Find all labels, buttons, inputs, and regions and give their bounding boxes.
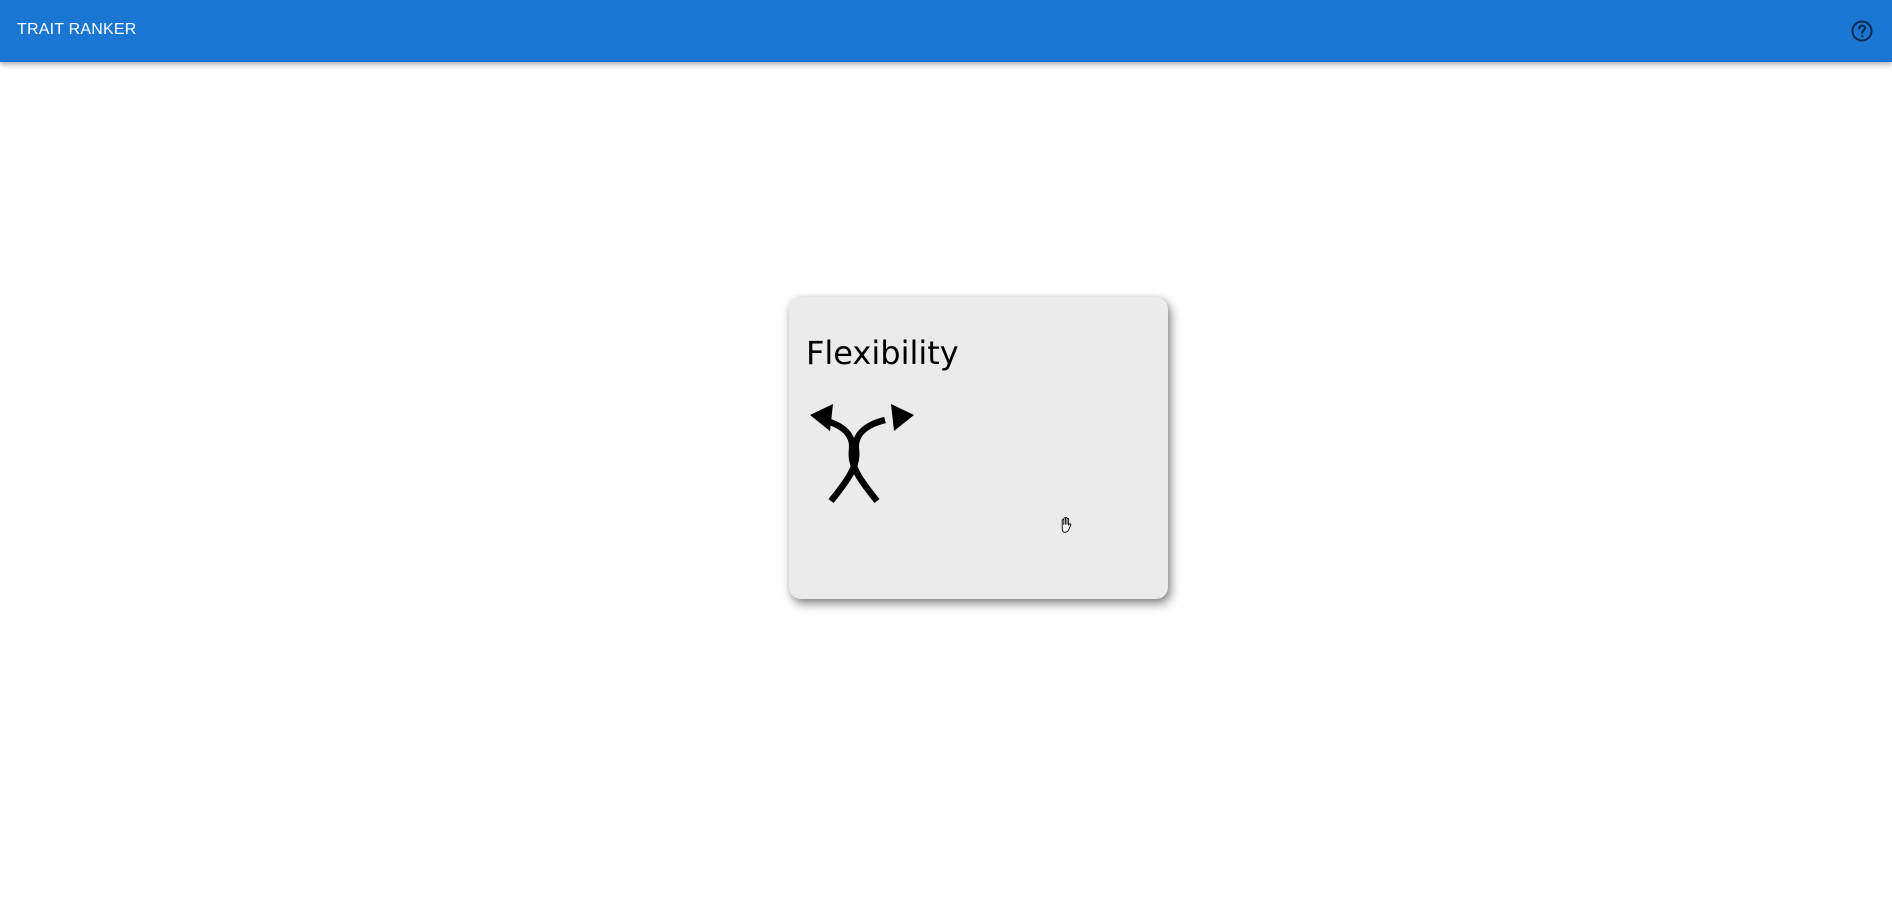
diverging-arrows-icon: [810, 404, 914, 504]
card-title: Flexibility: [806, 334, 959, 372]
app-title: TRAIT RANKER: [17, 21, 137, 38]
trait-card[interactable]: Flexibility: [789, 297, 1168, 599]
help-circle-icon: [1851, 20, 1873, 42]
app-bar: TRAIT RANKER: [0, 0, 1892, 62]
help-button[interactable]: [1848, 17, 1876, 45]
